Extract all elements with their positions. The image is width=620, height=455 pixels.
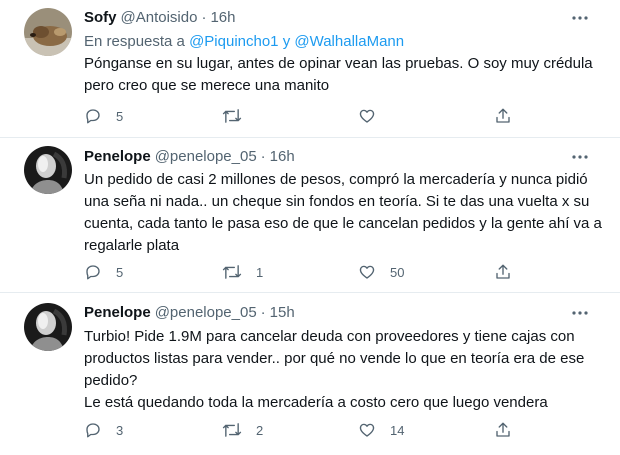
like-icon (359, 109, 375, 123)
tweet[interactable]: Penelope @penelope_05 · 15h Turbio! Pide… (0, 293, 620, 455)
tweet-text: Pónganse en su lugar, antes de opinar ve… (84, 53, 604, 97)
user-handle[interactable]: @penelope_05 (155, 304, 257, 321)
separator-dot: · (201, 9, 207, 26)
retweet-icon (222, 265, 242, 279)
like-button[interactable]: 14 (358, 420, 404, 440)
share-button[interactable] (494, 262, 512, 282)
more-button[interactable] (570, 305, 590, 321)
tweet-header: Penelope @penelope_05 · 16h (84, 148, 295, 165)
retweet-button[interactable]: 1 (222, 262, 263, 282)
retweet-button[interactable] (222, 106, 256, 126)
tweet-header: Penelope @penelope_05 · 15h (84, 304, 295, 321)
user-handle[interactable]: @Antoisido (121, 9, 198, 26)
dark-portrait-avatar-icon (24, 303, 72, 351)
avatar[interactable] (24, 303, 72, 351)
tweet-feed: Sofy @Antoisido · 16h En respuesta a @Pi… (0, 0, 620, 455)
user-handle[interactable]: @penelope_05 (155, 148, 257, 165)
retweet-icon (222, 109, 242, 123)
tweet-actions: 3 2 14 (84, 420, 604, 440)
separator-dot: · (260, 304, 266, 321)
tweet-text: Un pedido de casi 2 millones de pesos, c… (84, 169, 604, 257)
retweet-count: 1 (256, 264, 264, 280)
tweet-text-paragraph: Pónganse en su lugar, antes de opinar ve… (84, 55, 593, 94)
reply-icon (86, 109, 100, 124)
like-button[interactable]: 50 (358, 262, 404, 282)
like-count: 14 (390, 422, 405, 438)
display-name[interactable]: Penelope (84, 148, 151, 165)
like-icon (359, 265, 375, 279)
tweet-actions: 5 (84, 106, 604, 126)
more-icon (572, 311, 588, 315)
share-icon (496, 422, 510, 437)
avatar[interactable] (24, 146, 72, 194)
mention-link[interactable]: @WalhallaMann (294, 33, 404, 50)
like-icon (359, 423, 375, 437)
dog-avatar-icon (24, 8, 72, 56)
separator-dot: · (260, 148, 266, 165)
like-button[interactable] (358, 106, 390, 126)
mention-link[interactable]: @Piquincho1 (189, 33, 278, 50)
share-button[interactable] (494, 420, 512, 440)
tweet[interactable]: Penelope @penelope_05 · 16h Un pedido de… (0, 138, 620, 292)
display-name[interactable]: Sofy (84, 9, 117, 26)
more-button[interactable] (570, 10, 590, 26)
reply-count: 5 (116, 108, 124, 124)
retweet-button[interactable]: 2 (222, 420, 263, 440)
avatar[interactable] (24, 8, 72, 56)
timestamp[interactable]: 16h (210, 9, 235, 26)
dark-portrait-avatar-icon (24, 146, 72, 194)
retweet-count: 2 (256, 422, 264, 438)
reply-button[interactable]: 3 (84, 420, 123, 440)
reply-button[interactable]: 5 (84, 106, 123, 126)
reply-icon (86, 423, 100, 438)
reply-and: y (282, 33, 291, 50)
tweet-text-paragraph: Turbio! Pide 1.9M para cancelar deuda co… (84, 328, 585, 389)
tweet-text-paragraph: Le está quedando toda la mercadería a co… (84, 394, 548, 411)
reply-button[interactable]: 5 (84, 262, 123, 282)
reply-prefix: En respuesta a (84, 33, 185, 50)
like-count: 50 (390, 264, 405, 280)
share-button[interactable] (494, 106, 512, 126)
tweet-text-paragraph: Un pedido de casi 2 millones de pesos, c… (84, 171, 602, 254)
more-button[interactable] (570, 149, 590, 165)
retweet-icon (222, 423, 242, 437)
timestamp[interactable]: 15h (270, 304, 295, 321)
reply-icon (86, 265, 100, 280)
share-icon (496, 108, 510, 123)
more-icon (572, 155, 588, 159)
tweet-header: Sofy @Antoisido · 16h (84, 9, 235, 26)
timestamp[interactable]: 16h (270, 148, 295, 165)
reply-context: En respuesta a @Piquincho1 y @WalhallaMa… (84, 33, 404, 50)
tweet-actions: 5 1 50 (84, 262, 604, 282)
more-icon (572, 16, 588, 20)
reply-count: 5 (116, 264, 124, 280)
tweet-text: Turbio! Pide 1.9M para cancelar deuda co… (84, 326, 604, 414)
share-icon (496, 264, 510, 279)
display-name[interactable]: Penelope (84, 304, 151, 321)
reply-count: 3 (116, 422, 124, 438)
tweet[interactable]: Sofy @Antoisido · 16h En respuesta a @Pi… (0, 0, 620, 136)
